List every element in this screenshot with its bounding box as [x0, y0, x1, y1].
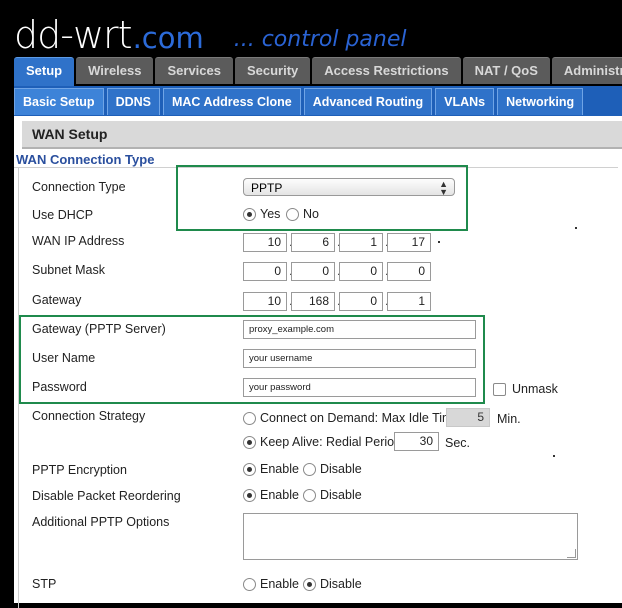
idle-unit-label: Min.	[497, 412, 521, 426]
radio-encryption-disable[interactable]	[303, 462, 316, 476]
radio-encryption-enable[interactable]	[243, 462, 256, 476]
subtab-vlans[interactable]: VLANs	[435, 88, 495, 115]
stp-disable[interactable]: Disable	[303, 577, 362, 591]
encryption-enable[interactable]: Enable	[243, 462, 299, 476]
strategy-on-demand[interactable]: Connect on Demand: Max Idle Time	[243, 411, 459, 425]
encryption-disable[interactable]: Disable	[303, 462, 362, 476]
speck	[438, 241, 440, 243]
reorder-disable-label: Disable	[320, 488, 362, 502]
radio-reorder-disable[interactable]	[303, 488, 316, 502]
speck	[553, 455, 555, 457]
subnet-octet-4[interactable]: 0	[387, 262, 431, 281]
highlight-box-connection-type	[176, 165, 468, 231]
subtab-ddns[interactable]: DDNS	[106, 88, 160, 115]
ddwrt-logo: dd-wrt .com ... control panel	[14, 6, 406, 54]
logo-dotcom-text: .com	[132, 21, 204, 55]
speck	[575, 227, 577, 229]
subnet-octet-3[interactable]: 0	[339, 262, 383, 281]
tab-services[interactable]: Services	[155, 57, 233, 84]
tab-nat-qos[interactable]: NAT / QoS	[462, 57, 550, 84]
radio-stp-enable[interactable]	[243, 577, 256, 591]
fieldset-legend: WAN Connection Type	[16, 152, 155, 167]
stp-enable[interactable]: Enable	[243, 577, 299, 591]
stp-label: STP	[32, 577, 57, 591]
tab-access-restrictions[interactable]: Access Restrictions	[312, 57, 461, 84]
additional-options-label: Additional PPTP Options	[32, 515, 170, 529]
subnet-mask-label: Subnet Mask	[32, 263, 105, 277]
gateway-octet-3[interactable]: 0	[339, 292, 383, 311]
redial-unit-label: Sec.	[445, 436, 471, 450]
gateway-label: Gateway	[32, 293, 82, 307]
section-title: WAN Setup	[32, 126, 108, 142]
gateway-octet-1[interactable]: 10	[243, 292, 287, 311]
tab-wireless[interactable]: Wireless	[76, 57, 154, 84]
wan-ip-octet-1[interactable]: 10	[243, 233, 287, 252]
wan-ip-octet-4[interactable]: 17	[387, 233, 431, 252]
packet-reorder-label: Disable Packet Reordering	[32, 489, 181, 503]
sub-tabs: Basic Setup DDNS MAC Address Clone Advan…	[14, 88, 586, 115]
subtab-mac-address-clone[interactable]: MAC Address Clone	[162, 88, 301, 115]
subnet-octet-1[interactable]: 0	[243, 262, 287, 281]
max-idle-time-input[interactable]: 5	[446, 408, 490, 427]
content-panel: WAN Setup WAN Connection Type Connection…	[14, 116, 622, 608]
wan-ip-octet-3[interactable]: 1	[339, 233, 383, 252]
redial-period-input[interactable]: 30	[394, 432, 439, 451]
encryption-disable-label: Disable	[320, 462, 362, 476]
unmask-checkbox[interactable]	[493, 382, 506, 396]
wan-ip-label: WAN IP Address	[32, 234, 125, 248]
radio-keep-alive[interactable]	[243, 435, 256, 449]
tab-security[interactable]: Security	[234, 57, 311, 84]
main-tabs: Setup Wireless Services Security Access …	[14, 57, 622, 87]
stp-disable-label: Disable	[320, 577, 362, 591]
gateway-octet-2[interactable]: 168	[291, 292, 335, 311]
packet-reorder-disable[interactable]: Disable	[303, 488, 362, 502]
wan-ip-octet-2[interactable]: 6	[291, 233, 335, 252]
tab-setup[interactable]: Setup	[14, 57, 75, 87]
unmask-label: Unmask	[512, 382, 558, 396]
connection-type-label: Connection Type	[32, 180, 126, 194]
radio-stp-disable[interactable]	[303, 577, 316, 591]
connection-strategy-label: Connection Strategy	[32, 409, 146, 423]
browser-frame: dd-wrt .com ... control panel Setup Wire…	[0, 0, 622, 608]
subtab-advanced-routing[interactable]: Advanced Routing	[303, 88, 433, 115]
logo-main-text: dd-wrt	[14, 13, 133, 57]
on-demand-label: Connect on Demand: Max Idle Time	[260, 411, 460, 425]
reorder-enable-label: Enable	[260, 488, 299, 502]
radio-on-demand[interactable]	[243, 411, 256, 425]
resize-grip-icon[interactable]	[567, 549, 576, 558]
radio-reorder-enable[interactable]	[243, 488, 256, 502]
keep-alive-label: Keep Alive: Redial Period	[260, 435, 402, 449]
packet-reorder-enable[interactable]: Enable	[243, 488, 299, 502]
strategy-keep-alive[interactable]: Keep Alive: Redial Period	[243, 435, 401, 449]
additional-options-textarea[interactable]	[243, 513, 578, 560]
logo-tagline: ... control panel	[233, 27, 407, 52]
unmask-toggle[interactable]: Unmask	[493, 382, 558, 396]
pptp-encryption-label: PPTP Encryption	[32, 463, 127, 477]
stp-enable-label: Enable	[260, 577, 299, 591]
subnet-octet-2[interactable]: 0	[291, 262, 335, 281]
encryption-enable-label: Enable	[260, 462, 299, 476]
subtab-basic-setup[interactable]: Basic Setup	[14, 88, 104, 115]
tab-administration[interactable]: Administrati	[551, 57, 622, 84]
subtab-networking[interactable]: Networking	[497, 88, 584, 115]
section-header: WAN Setup	[22, 121, 622, 149]
gateway-octet-4[interactable]: 1	[387, 292, 431, 311]
highlight-box-credentials	[19, 315, 485, 404]
use-dhcp-label: Use DHCP	[32, 208, 94, 222]
